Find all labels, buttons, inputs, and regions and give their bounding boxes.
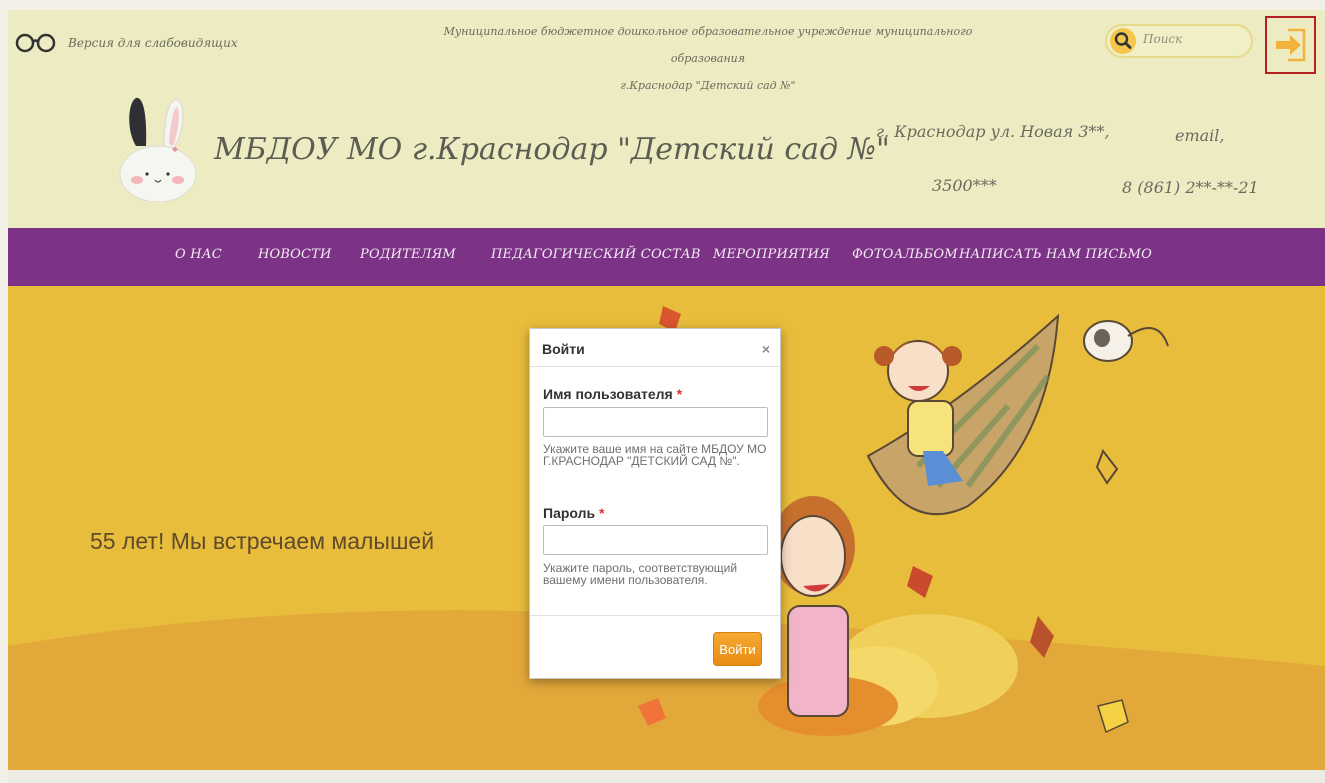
site-title: МБДОУ МО г.Краснодар "Детский сад №" bbox=[214, 132, 890, 167]
password-label-text: Пароль bbox=[543, 505, 596, 521]
password-field[interactable] bbox=[543, 525, 768, 555]
required-asterisk: * bbox=[599, 505, 605, 521]
login-arrow-icon bbox=[1275, 28, 1305, 62]
nav-item-write-us[interactable]: НАПИСАТЬ НАМ ПИСЬМО bbox=[959, 247, 1152, 262]
username-field[interactable] bbox=[543, 407, 768, 437]
accessibility-label: Версия для слабовидящих bbox=[68, 36, 238, 50]
nav-item-events[interactable]: МЕРОПРИЯТИЯ bbox=[713, 247, 830, 262]
email-text: email, bbox=[1175, 126, 1225, 145]
nav-item-photo-album[interactable]: ФОТОАЛЬБОМ bbox=[852, 247, 958, 262]
modal-title: Войти bbox=[542, 341, 585, 357]
page-bottom-strip bbox=[8, 770, 1325, 783]
main-navigation: О НАС НОВОСТИ РОДИТЕЛЯМ ПЕДАГОГИЧЕСКИЙ С… bbox=[8, 228, 1325, 286]
login-button[interactable] bbox=[1265, 16, 1316, 74]
org-name-line-2: г.Краснодар "Детский сад №" bbox=[620, 79, 796, 92]
nav-item-teaching-staff[interactable]: ПЕДАГОГИЧЕСКИЙ СОСТАВ bbox=[491, 247, 701, 262]
site-header: Версия для слабовидящих Муниципальное бю… bbox=[8, 10, 1325, 228]
glasses-icon bbox=[15, 33, 56, 53]
search-icon[interactable] bbox=[1110, 28, 1136, 54]
organization-full-name: Муниципальное бюджетное дошкольное образ… bbox=[438, 18, 978, 99]
nav-item-parents[interactable]: РОДИТЕЛЯМ bbox=[360, 247, 456, 262]
nav-item-news[interactable]: НОВОСТИ bbox=[258, 247, 332, 262]
modal-footer: Войти bbox=[530, 615, 780, 679]
username-label-text: Имя пользователя bbox=[543, 386, 673, 402]
bunny-logo bbox=[119, 97, 197, 202]
address-line-1: г. Краснодар ул. Новая 3**, bbox=[876, 122, 1110, 141]
search-box bbox=[1105, 24, 1253, 58]
modal-header: Войти × bbox=[530, 329, 780, 367]
login-modal: Войти × Имя пользователя * Укажите ваше … bbox=[529, 328, 781, 679]
password-hint: Укажите пароль, соответствующий вашему и… bbox=[543, 561, 738, 587]
login-submit-button[interactable]: Войти bbox=[713, 632, 762, 666]
nav-item-about[interactable]: О НАС bbox=[175, 247, 222, 262]
username-label: Имя пользователя * bbox=[543, 386, 682, 402]
required-asterisk: * bbox=[676, 386, 683, 402]
search-input[interactable] bbox=[1143, 32, 1243, 46]
accessibility-version-link[interactable]: Версия для слабовидящих bbox=[14, 32, 238, 54]
hero-headline: 55 лет! Мы встречаем малышей bbox=[90, 528, 435, 554]
phone-text: 8 (861) 2**-**-21 bbox=[1122, 178, 1259, 197]
password-label: Пароль * bbox=[543, 505, 604, 521]
close-icon[interactable]: × bbox=[762, 341, 770, 357]
username-hint: Укажите ваше имя на сайте МБДОУ МО Г.КРА… bbox=[543, 442, 767, 468]
org-name-line-1: Муниципальное бюджетное дошкольное образ… bbox=[443, 25, 973, 65]
address-line-2: 3500*** bbox=[932, 176, 997, 195]
